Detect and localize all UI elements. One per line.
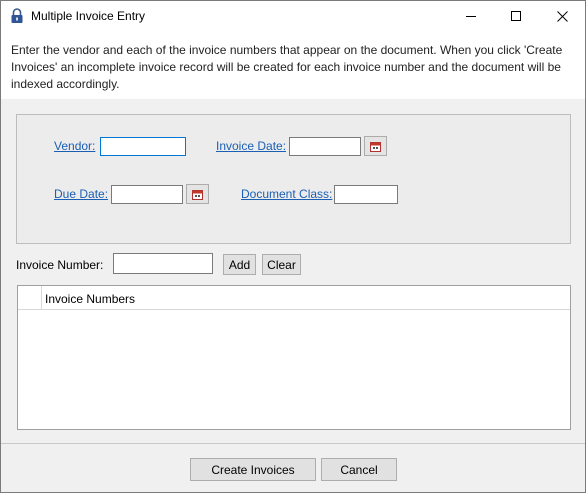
create-invoices-button[interactable]: Create Invoices (190, 458, 316, 481)
window-title: Multiple Invoice Entry (31, 9, 146, 23)
document-class-field[interactable] (334, 185, 398, 204)
invoice-number-label: Invoice Number: (16, 258, 104, 272)
due-date-calendar-button[interactable] (186, 184, 209, 204)
grid-header: Invoice Numbers (18, 286, 570, 310)
instructions-text: Enter the vendor and each of the invoice… (11, 43, 563, 91)
invoice-date-field[interactable] (289, 137, 361, 156)
clear-button[interactable]: Clear (262, 254, 301, 275)
footer-bar: Create Invoices Cancel (1, 443, 585, 492)
invoice-details-group: Vendor: Invoice Date: Due Date: Document… (16, 114, 571, 244)
invoice-number-field[interactable] (113, 253, 213, 274)
calendar-icon (192, 189, 203, 200)
row-header-cell (18, 286, 42, 309)
invoice-numbers-grid[interactable]: Invoice Numbers (17, 285, 571, 430)
invoice-date-link[interactable]: Invoice Date: (216, 139, 286, 153)
cancel-button[interactable]: Cancel (321, 458, 397, 481)
invoice-numbers-column-header[interactable]: Invoice Numbers (45, 292, 135, 306)
vendor-field[interactable] (100, 137, 186, 156)
maximize-icon (511, 10, 521, 21)
due-date-field[interactable] (111, 185, 183, 204)
due-date-link[interactable]: Due Date: (54, 187, 108, 201)
multiple-invoice-entry-dialog: Multiple Invoice Entry Enter the vendor … (0, 0, 586, 493)
invoice-date-calendar-button[interactable] (364, 136, 387, 156)
calendar-icon (370, 141, 381, 152)
minimize-icon (466, 15, 476, 17)
lock-icon (11, 8, 23, 23)
instructions-panel: Enter the vendor and each of the invoice… (1, 31, 585, 99)
title-bar: Multiple Invoice Entry (1, 1, 585, 31)
add-button[interactable]: Add (223, 254, 256, 275)
close-button[interactable] (540, 1, 585, 31)
minimize-button[interactable] (449, 1, 494, 31)
vendor-link[interactable]: Vendor: (54, 139, 95, 153)
maximize-button[interactable] (494, 1, 539, 31)
document-class-link[interactable]: Document Class: (241, 187, 332, 201)
close-icon (557, 10, 568, 22)
